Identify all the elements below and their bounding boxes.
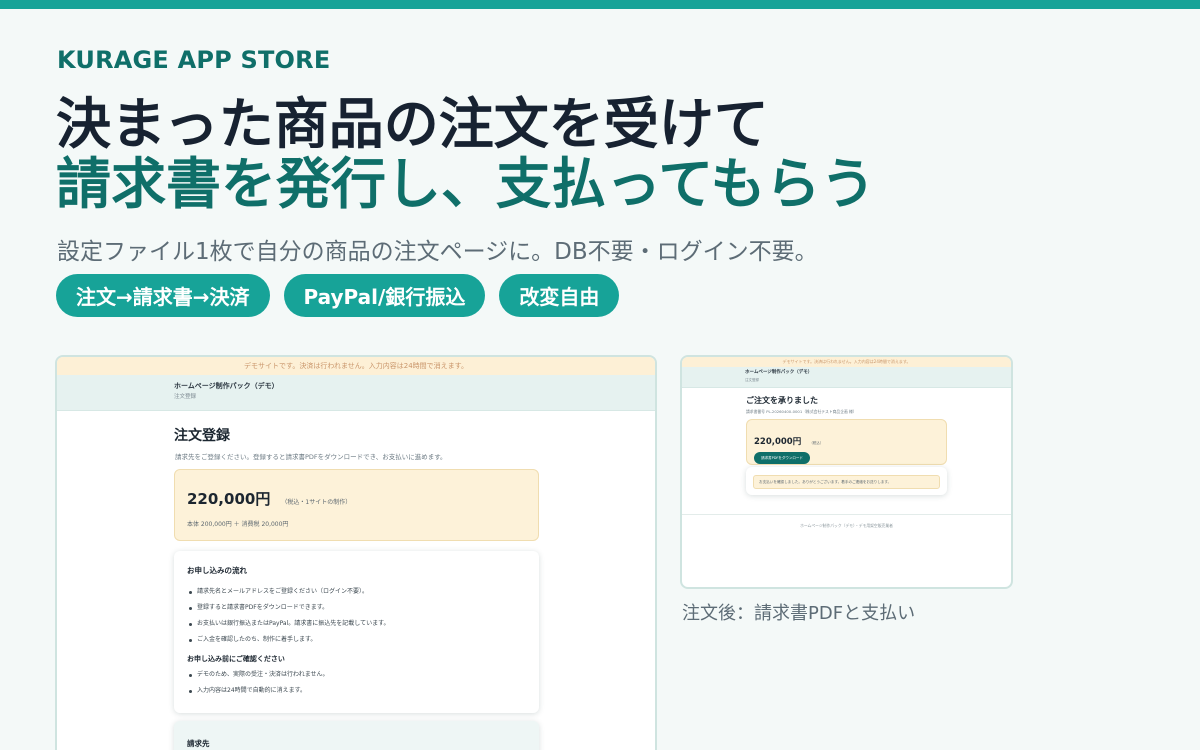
brand-label: KURAGE APP STORE	[57, 46, 331, 74]
site-title[interactable]: ホームページ制作パック（デモ）	[174, 380, 655, 392]
feature-pill-customizable: 改変自由	[499, 274, 620, 317]
price-note: （税込・1サイトの制作）	[281, 499, 352, 506]
billing-card: 請求先	[174, 721, 539, 750]
price-amount: 220,000円	[754, 437, 802, 447]
download-invoice-button[interactable]: 請求書PDFをダウンロード	[754, 452, 810, 464]
list-item: お支払いは銀行振込またはPayPal。請求書に振込先を記載しています。	[187, 616, 539, 632]
price-note: （税込）	[809, 441, 824, 445]
top-accent-bar	[0, 0, 1200, 9]
flow-title: お申し込みの流れ	[187, 566, 247, 575]
order-page-body: 注文登録 請求先をご登録ください。登録すると請求書PDFをダウンロードでき、お支…	[57, 411, 655, 750]
list-item: デモのため、実際の受注・決済は行われません。	[187, 667, 539, 683]
order-number: 請求書番号 PL-20260400-0001（株式会社テスト商品企画 様）	[746, 409, 857, 414]
page-title: 注文登録	[174, 428, 230, 444]
list-item: ご入金を確認したのち、制作に着手します。	[187, 632, 539, 648]
breadcrumb: 注文登録	[174, 394, 197, 400]
feature-pill-flow: 注文→請求書→決済	[56, 274, 270, 317]
site-footer: ホームページ制作パック（デモ）・デモ用架空販売業者	[800, 523, 893, 528]
order-complete-screenshot: デモサイトです。決済は行われません。入力内容は24時間で消えます。 ホームページ…	[680, 355, 1013, 589]
list-item: 入力内容は24時間で自動的に消えます。	[187, 683, 539, 699]
headline-line-2: 請求書を発行し、支払ってもらう	[56, 152, 876, 216]
confirm-title: お申し込み前にご確認ください	[187, 655, 285, 663]
demo-banner: デモサイトです。決済は行われません。入力内容は24時間で消えます。	[682, 357, 1011, 367]
feature-pills: 注文→請求書→決済 PayPal/銀行振込 改変自由	[56, 274, 620, 317]
price-box: 220,000円 （税込） 請求書PDFをダウンロード	[746, 419, 947, 465]
thanks-card: お支払いを確認しました。ありがとうございます。着手のご連絡をお送りします。	[746, 467, 947, 495]
breadcrumb: 注文登録	[745, 378, 759, 382]
thanks-message: お支払いを確認しました。ありがとうございます。着手のご連絡をお送りします。	[753, 475, 940, 489]
list-item: 請求先名とメールアドレスをご登録ください（ログイン不要）。	[187, 584, 539, 600]
price-amount: 220,000円	[187, 490, 271, 508]
footer-divider	[682, 514, 1011, 515]
site-title[interactable]: ホームページ制作パック（デモ）	[745, 369, 1011, 377]
screenshot-caption: 注文後：請求書PDFと支払い	[682, 603, 916, 624]
order-page-screenshot: デモサイトです。決済は行われません。入力内容は24時間で消えます。 ホームページ…	[55, 355, 657, 750]
billing-title: 請求先	[187, 739, 210, 748]
site-header: ホームページ制作パック（デモ） 注文登録	[682, 367, 1011, 388]
list-item: 登録すると請求書PDFをダウンロードできます。	[187, 600, 539, 616]
headline: 決まった商品の注文を受けて 請求書を発行し、支払ってもらう	[56, 94, 876, 214]
price-box: 220,000円 （税込・1サイトの制作） 本体 200,000円 ＋ 消費税 …	[174, 469, 539, 541]
price-breakdown: 本体 200,000円 ＋ 消費税 20,000円	[187, 521, 289, 528]
page-description: 請求先をご登録ください。登録すると請求書PDFをダウンロードでき、お支払いに進め…	[175, 453, 447, 461]
demo-banner: デモサイトです。決済は行われません。入力内容は24時間で消えます。	[57, 357, 655, 375]
lead-text: 設定ファイル1枚で自分の商品の注文ページに。DB不要・ログイン不要。	[57, 239, 818, 265]
headline-line-1: 決まった商品の注文を受けて	[56, 92, 769, 156]
complete-title: ご注文を承りました	[746, 396, 818, 405]
feature-pill-payment: PayPal/銀行振込	[283, 274, 486, 317]
site-header: ホームページ制作パック（デモ） 注文登録	[57, 375, 655, 411]
flow-card: お申し込みの流れ 請求先名とメールアドレスをご登録ください（ログイン不要）。 登…	[174, 551, 539, 713]
